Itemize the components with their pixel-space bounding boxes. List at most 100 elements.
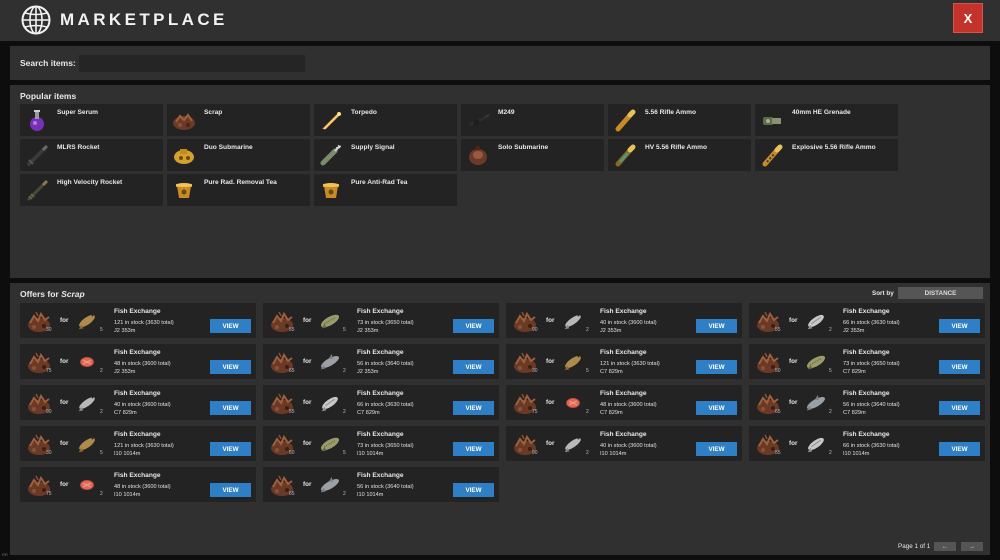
shop-location: C7 829m xyxy=(843,410,866,416)
view-button[interactable]: VIEW xyxy=(696,360,737,374)
popular-item-label: Pure Anti-Rad Tea xyxy=(351,179,408,186)
fish-quantity: 5 xyxy=(100,327,103,333)
view-button[interactable]: VIEW xyxy=(939,442,980,456)
prev-page-button[interactable]: ← xyxy=(934,542,956,551)
popular-item[interactable]: Scrap xyxy=(167,104,310,136)
view-button[interactable]: VIEW xyxy=(453,319,494,333)
fish-icon xyxy=(78,396,95,412)
shop-name: Fish Exchange xyxy=(114,390,161,397)
popular-item[interactable]: 40mm HE Grenade xyxy=(755,104,898,136)
view-button[interactable]: VIEW xyxy=(210,442,251,456)
offer-card: 90 for 2 Fish Exchange 40 in stock (3600 tot… xyxy=(20,385,256,420)
close-button[interactable]: X xyxy=(953,3,983,33)
view-button[interactable]: VIEW xyxy=(453,401,494,415)
offers-heading: Offers for Scrap xyxy=(20,289,85,299)
fish-icon xyxy=(806,355,826,370)
popular-item[interactable]: Solo Submarine xyxy=(461,139,604,171)
popular-item[interactable]: HV 5.56 Rifle Ammo xyxy=(608,139,751,171)
view-button[interactable]: VIEW xyxy=(453,442,494,456)
hv-ammo-icon xyxy=(615,144,636,167)
scrap-quantity: 55 xyxy=(289,327,295,333)
view-button[interactable]: VIEW xyxy=(210,401,251,415)
popular-item[interactable]: Pure Anti-Rad Tea xyxy=(314,174,457,206)
search-input[interactable] xyxy=(79,55,305,72)
view-button[interactable]: VIEW xyxy=(453,483,494,497)
popular-item-label: High Velocity Rocket xyxy=(57,179,123,186)
fish-icon xyxy=(321,396,338,412)
offer-card: 50 for 5 Fish Exchange 73 in stock (3650 tot… xyxy=(749,344,985,379)
rifle-ammo-icon xyxy=(615,109,636,132)
stock-info: 40 in stock (3600 total) xyxy=(114,402,171,408)
popular-item[interactable]: Pure Rad. Removal Tea xyxy=(167,174,310,206)
explosive-ammo-icon xyxy=(762,144,783,167)
for-label: for xyxy=(789,317,798,324)
stock-info: 66 in stock (3630 total) xyxy=(843,320,900,326)
offers-panel: Offers for Scrap Sort by DISTANCE 30 for 5… xyxy=(10,283,990,555)
view-button[interactable]: VIEW xyxy=(696,442,737,456)
shop-location: C7 829m xyxy=(600,369,623,375)
fish-quantity: 2 xyxy=(586,327,589,333)
fish-icon xyxy=(80,356,94,368)
tea-icon xyxy=(323,183,339,198)
scrap-quantity: 30 xyxy=(46,450,52,456)
view-button[interactable]: VIEW xyxy=(210,319,251,333)
view-button[interactable]: VIEW xyxy=(939,401,980,415)
popular-item[interactable]: Torpedo xyxy=(314,104,457,136)
popular-item[interactable]: MLRS Rocket xyxy=(20,139,163,171)
popular-item[interactable]: High Velocity Rocket xyxy=(20,174,163,206)
popular-item[interactable]: 5.56 Rifle Ammo xyxy=(608,104,751,136)
offer-card: 90 for 2 Fish Exchange 40 in stock (3600 tot… xyxy=(506,426,742,461)
page-title: MARKETPLACE xyxy=(60,10,228,29)
fish-icon xyxy=(320,437,340,452)
offer-card: 55 for 2 Fish Exchange 66 in stock (3630 tot… xyxy=(263,385,499,420)
offer-card: 55 for 2 Fish Exchange 66 in stock (3630 tot… xyxy=(749,426,985,461)
next-page-button[interactable]: → xyxy=(961,542,983,551)
fish-quantity: 5 xyxy=(829,368,832,374)
shop-name: Fish Exchange xyxy=(357,308,404,315)
fish-icon xyxy=(807,437,824,453)
popular-item-label: MLRS Rocket xyxy=(57,144,100,151)
for-label: for xyxy=(303,440,312,447)
fish-icon xyxy=(78,314,95,330)
scrap-quantity: 65 xyxy=(775,409,781,415)
view-button[interactable]: VIEW xyxy=(696,401,737,415)
for-label: for xyxy=(60,358,69,365)
offer-card: 55 for 5 Fish Exchange 73 in stock (3650 tot… xyxy=(263,303,499,338)
view-button[interactable]: VIEW xyxy=(210,483,251,497)
supply-signal-icon xyxy=(320,144,342,166)
scrap-quantity: 90 xyxy=(532,450,538,456)
view-button[interactable]: VIEW xyxy=(939,360,980,374)
scrap-quantity: 75 xyxy=(46,491,52,497)
stock-info: 66 in stock (3630 total) xyxy=(357,402,414,408)
shop-name: Fish Exchange xyxy=(600,349,647,356)
view-button[interactable]: VIEW xyxy=(210,360,251,374)
popular-item[interactable]: Supply Signal xyxy=(314,139,457,171)
fish-quantity: 5 xyxy=(343,450,346,456)
offer-card: 65 for 2 Fish Exchange 56 in stock (3640 tot… xyxy=(263,467,499,502)
scrap-quantity: 30 xyxy=(46,327,52,333)
offer-card: 30 for 5 Fish Exchange 121 in stock (3630 to… xyxy=(506,344,742,379)
offer-card: 90 for 2 Fish Exchange 40 in stock (3600 tot… xyxy=(506,303,742,338)
sort-dropdown[interactable]: DISTANCE xyxy=(898,287,983,299)
view-button[interactable]: VIEW xyxy=(939,319,980,333)
popular-item[interactable]: Duo Submarine xyxy=(167,139,310,171)
stock-info: 48 in stock (3600 total) xyxy=(114,484,171,490)
fish-icon xyxy=(566,397,580,409)
fish-icon xyxy=(78,437,95,453)
popular-item[interactable]: Super Serum xyxy=(20,104,163,136)
shop-name: Fish Exchange xyxy=(357,390,404,397)
view-button[interactable]: VIEW xyxy=(696,319,737,333)
popular-item-label: Torpedo xyxy=(351,109,377,116)
sort-label: Sort by xyxy=(872,290,894,297)
popular-item-label: 5.56 Rifle Ammo xyxy=(645,109,697,116)
for-label: for xyxy=(546,358,555,365)
popular-item[interactable]: Explosive 5.56 Rifle Ammo xyxy=(755,139,898,171)
shop-name: Fish Exchange xyxy=(843,431,890,438)
for-label: for xyxy=(546,317,555,324)
popular-item[interactable]: M249 xyxy=(461,104,604,136)
hv-rocket-icon xyxy=(27,179,49,201)
shop-location: I10 1014m xyxy=(357,492,384,498)
view-button[interactable]: VIEW xyxy=(453,360,494,374)
stock-info: 73 in stock (3650 total) xyxy=(357,443,414,449)
fish-quantity: 2 xyxy=(100,368,103,374)
